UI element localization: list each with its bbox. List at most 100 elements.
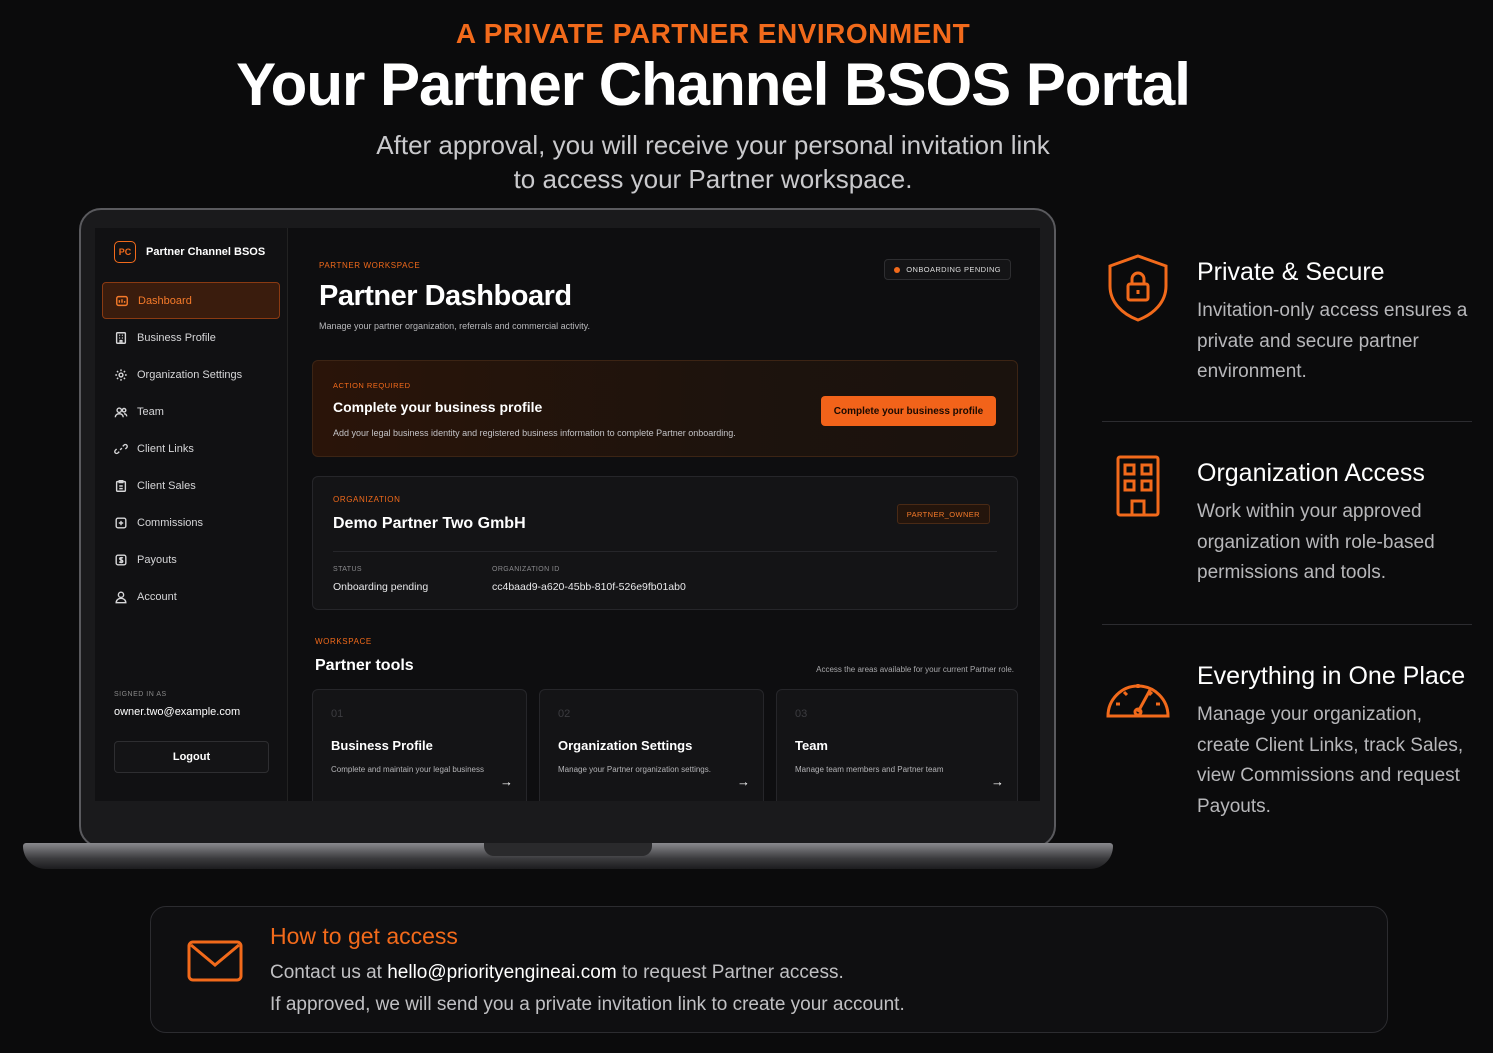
brand-name: Partner Channel BSOS <box>146 246 266 258</box>
role-badge: PARTNER_OWNER <box>896 504 990 524</box>
signed-in-label: SIGNED IN AS <box>114 691 167 698</box>
gear-icon <box>115 368 127 381</box>
access-prefix: Contact us at <box>270 962 388 983</box>
mail-icon <box>186 937 244 985</box>
sidebar-item-account[interactable]: Account <box>102 578 280 615</box>
tool-number: 02 <box>558 708 571 720</box>
status-value: Onboarding pending <box>333 581 429 593</box>
organization-name: Demo Partner Two GmbH <box>333 515 526 532</box>
sidebar-item-client-links[interactable]: Client Links <box>102 430 280 467</box>
brand-logo: PC <box>114 241 136 263</box>
hero-subtitle-line1: After approval, you will receive your pe… <box>376 130 1050 160</box>
status-badge-label: ONBOARDING PENDING <box>906 265 1001 274</box>
status-key: STATUS <box>333 566 362 573</box>
building-icon <box>1102 453 1174 525</box>
access-suffix: to request Partner access. <box>616 962 844 983</box>
app-screen: PC Partner Channel BSOS Dashboard Busine… <box>95 228 1040 801</box>
feature-description: Work within your approved organization w… <box>1197 501 1435 583</box>
organization-card: ORGANIZATION Demo Partner Two GmbH PARTN… <box>312 476 1018 610</box>
tools-section-title: Partner tools <box>315 657 414 674</box>
sidebar-item-label: Organization Settings <box>137 368 243 381</box>
sidebar-item-label: Account <box>137 590 177 603</box>
divider <box>333 551 997 552</box>
shield-lock-icon <box>1102 252 1174 324</box>
sidebar-item-payouts[interactable]: Payouts <box>102 541 280 578</box>
hero-eyebrow: A PRIVATE PARTNER ENVIRONMENT <box>455 18 971 49</box>
sidebar-item-organization-settings[interactable]: Organization Settings <box>102 356 280 393</box>
workspace-label: PARTNER WORKSPACE <box>319 261 421 270</box>
tools-section-description: Access the areas available for your curr… <box>816 665 1014 674</box>
tool-title: Organization Settings <box>558 738 693 753</box>
tool-title: Business Profile <box>331 738 433 753</box>
signed-in-block: SIGNED IN AS owner.two@example.com <box>114 691 240 718</box>
feature-description: Invitation-only access ensures a private… <box>1197 300 1468 382</box>
feature-title: Everything in One Place <box>1197 662 1466 690</box>
sidebar-item-label: Payouts <box>137 553 177 566</box>
tool-title: Team <box>795 738 828 753</box>
tool-number: 03 <box>795 708 808 720</box>
arrow-right-icon[interactable]: → <box>737 774 750 789</box>
link-icon <box>114 443 128 454</box>
brand[interactable]: PC Partner Channel BSOS <box>95 241 287 263</box>
gauge-icon <box>1102 660 1174 732</box>
sidebar-item-label: Business Profile <box>137 331 216 344</box>
laptop-notch <box>484 843 652 856</box>
logout-button[interactable]: Logout <box>114 741 269 773</box>
tool-description: Manage your Partner organization setting… <box>558 765 711 774</box>
action-label: ACTION REQUIRED <box>333 381 411 390</box>
sidebar-item-label: Client Links <box>137 442 194 455</box>
divider <box>1102 624 1472 625</box>
tools-section-label: WORKSPACE <box>315 637 372 646</box>
access-title: How to get access <box>270 923 458 949</box>
organization-id-key: ORGANIZATION ID <box>492 566 560 573</box>
tool-number: 01 <box>331 708 344 720</box>
organization-label: ORGANIZATION <box>333 495 401 504</box>
page-description: Manage your partner organization, referr… <box>319 321 590 331</box>
main-content: PARTNER WORKSPACE Partner Dashboard Mana… <box>288 228 1040 801</box>
tool-description: Manage team members and Partner team <box>795 765 944 774</box>
sidebar-item-label: Team <box>137 405 164 418</box>
sidebar-item-label: Dashboard <box>138 294 192 307</box>
access-line-1: Contact us at hello@priorityengineai.com… <box>270 962 844 984</box>
action-required-card: ACTION REQUIRED Complete your business p… <box>312 360 1018 457</box>
hero-subtitle-line2: to access your Partner workspace. <box>513 164 913 194</box>
organization-id-value: cc4baad9-a620-45bb-810f-526e9fb01ab0 <box>492 581 686 593</box>
building-icon <box>115 331 127 344</box>
contact-email-link[interactable]: hello@priorityengineai.com <box>387 962 616 983</box>
tool-card-business-profile[interactable]: 01 Business Profile Complete and maintai… <box>312 689 527 801</box>
sidebar-item-client-sales[interactable]: Client Sales <box>102 467 280 504</box>
complete-profile-button[interactable]: Complete your business profile <box>821 396 996 426</box>
feature-title: Organization Access <box>1197 459 1425 487</box>
sidebar-item-team[interactable]: Team <box>102 393 280 430</box>
hero-title: Your Partner Channel BSOS Portal <box>236 51 1191 118</box>
arrow-right-icon[interactable]: → <box>500 774 513 789</box>
dollar-icon <box>115 553 127 566</box>
dashboard-icon <box>116 295 128 306</box>
users-icon <box>114 406 128 417</box>
sidebar-item-business-profile[interactable]: Business Profile <box>102 319 280 356</box>
sidebar: PC Partner Channel BSOS Dashboard Busine… <box>95 228 288 801</box>
sidebar-item-label: Commissions <box>137 516 204 529</box>
plus-square-icon <box>115 516 127 529</box>
signed-in-email: owner.two@example.com <box>114 706 241 718</box>
status-dot-icon <box>894 266 901 273</box>
tool-description: Complete and maintain your legal busines… <box>331 765 484 774</box>
sidebar-item-commissions[interactable]: Commissions <box>102 504 280 541</box>
arrow-right-icon[interactable]: → <box>991 774 1004 789</box>
page-title: Partner Dashboard <box>319 280 572 312</box>
divider <box>1102 421 1472 422</box>
action-title: Complete your business profile <box>333 399 543 415</box>
action-description: Add your legal business identity and reg… <box>333 428 736 438</box>
hero: A PRIVATE PARTNER ENVIRONMENT Your Partn… <box>0 18 1426 196</box>
user-icon <box>115 590 127 603</box>
sidebar-item-dashboard[interactable]: Dashboard <box>102 282 280 319</box>
status-badge: ONBOARDING PENDING <box>884 259 1011 280</box>
access-line-2: If approved, we will send you a private … <box>270 994 905 1015</box>
clipboard-icon <box>115 479 127 492</box>
feature-title: Private & Secure <box>1197 258 1385 286</box>
tool-card-team[interactable]: 03 Team Manage team members and Partner … <box>776 689 1018 801</box>
hero-subtitle: After approval, you will receive your pe… <box>0 128 1426 196</box>
tool-card-organization-settings[interactable]: 02 Organization Settings Manage your Par… <box>539 689 764 801</box>
access-info-box: How to get access Contact us at hello@pr… <box>150 906 1388 1033</box>
sidebar-nav: Dashboard Business Profile Organization … <box>95 282 287 615</box>
